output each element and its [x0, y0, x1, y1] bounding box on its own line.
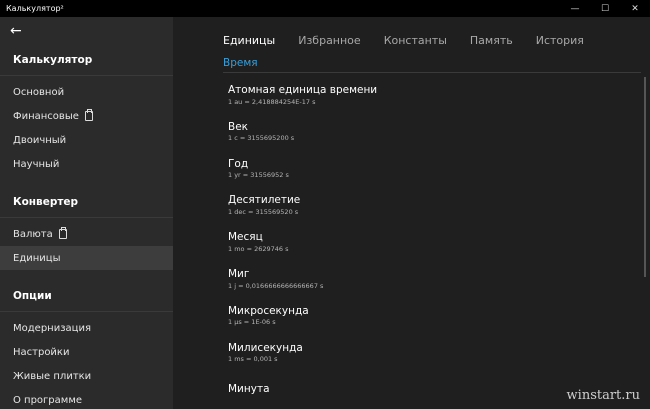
unit-name: Микросекунда — [228, 304, 309, 317]
sidebar-item-label: Двоичный — [13, 134, 67, 146]
unit-name: Год — [228, 157, 249, 170]
unit-row[interactable]: Десятилетие 1 dec = 315569520 s — [228, 187, 650, 224]
unit-value: 1 j = 0,0166666666666667 s — [228, 281, 324, 290]
unit-row[interactable]: Год 1 yr = 31556952 s — [228, 151, 650, 188]
sidebar-item[interactable]: О программе — [0, 388, 173, 409]
tab-bar: Единицы Избранное Константы Память История — [173, 17, 650, 53]
sidebar: ← Калькулятор Основной Финансовые Двоичный Н… — [0, 17, 173, 409]
minimize-button[interactable]: — — [560, 0, 590, 17]
sidebar-item[interactable]: Основной — [0, 80, 173, 104]
close-button[interactable]: ✕ — [620, 0, 650, 17]
back-arrow-icon[interactable]: ← — [10, 24, 22, 38]
unit-row[interactable]: Век 1 c = 3155695200 s — [228, 114, 650, 151]
unit-row[interactable]: Атомная единица времени 1 au = 2,41888425… — [228, 77, 650, 114]
sidebar-item-label: Основной — [13, 86, 65, 98]
unit-value: 1 dec = 315569520 s — [228, 208, 299, 217]
sidebar-item[interactable]: Единицы — [0, 246, 173, 270]
clipboard-icon — [84, 109, 93, 121]
sidebar-item-label: Живые плитки — [13, 370, 92, 382]
unit-row[interactable]: Милисекунда 1 ms = 0,001 s — [228, 335, 650, 372]
unit-list: Атомная единица времени 1 au = 2,41888425… — [173, 73, 650, 408]
sidebar-item-label: О программе — [13, 394, 83, 406]
sidebar-item[interactable]: Валюта — [0, 222, 173, 246]
main-panel: Единицы Избранное Константы Память История В… — [173, 17, 650, 409]
window-controls: — ☐ ✕ — [560, 0, 650, 17]
title-bar: Калькулятор² — ☐ ✕ — [0, 0, 650, 17]
unit-value: 1 c = 3155695200 s — [228, 134, 295, 143]
unit-name: Десятилетие — [228, 194, 301, 207]
section-header-time: Время — [223, 53, 641, 73]
sidebar-nav: Калькулятор Основной Финансовые Двоичный Нау… — [0, 44, 173, 409]
unit-name: Месяц — [228, 231, 263, 244]
sidebar-item-label: Научный — [13, 158, 60, 170]
unit-value: 1 yr = 31556952 s — [228, 171, 289, 180]
sidebar-item[interactable]: Двоичный — [0, 128, 173, 152]
tab[interactable]: Избранное — [298, 34, 360, 47]
nav-group-title: Калькулятор — [0, 44, 173, 76]
tab[interactable]: История — [536, 34, 584, 47]
unit-row[interactable]: Месяц 1 mo = 2629746 s — [228, 224, 650, 261]
sidebar-item[interactable]: Финансовые — [0, 104, 173, 128]
nav-group-title: Опции — [0, 280, 173, 312]
unit-row[interactable]: Миг 1 j = 0,0166666666666667 s — [228, 261, 650, 298]
sidebar-item-label: Валюта — [13, 228, 53, 240]
sidebar-item[interactable]: Модернизация — [0, 316, 173, 340]
tab[interactable]: Константы — [384, 34, 447, 47]
sidebar-item[interactable]: Научный — [0, 152, 173, 176]
sidebar-item[interactable]: Настройки — [0, 340, 173, 364]
unit-value: 1 au = 2,418884254E-17 s — [228, 97, 316, 106]
unit-value: 1 µs = 1E-06 s — [228, 318, 276, 327]
unit-value: 1 mo = 2629746 s — [228, 244, 289, 253]
unit-name: Атомная единица времени — [228, 84, 378, 97]
sidebar-item-label: Единицы — [13, 252, 61, 264]
unit-name: Миг — [228, 268, 250, 281]
tab[interactable]: Единицы — [223, 34, 275, 47]
unit-value: 1 ms = 0,001 s — [228, 355, 278, 364]
scrollbar[interactable] — [644, 77, 646, 277]
clipboard-icon — [58, 227, 67, 239]
nav-group-title: Конвертер — [0, 186, 173, 218]
sidebar-item-label: Настройки — [13, 346, 70, 358]
unit-name: Милисекунда — [228, 341, 303, 354]
sidebar-item[interactable]: Живые плитки — [0, 364, 173, 388]
unit-row[interactable]: Микросекунда 1 µs = 1E-06 s — [228, 298, 650, 335]
window-title: Калькулятор² — [6, 4, 64, 13]
sidebar-item-label: Финансовые — [13, 110, 79, 122]
watermark: winstart.ru — [566, 388, 640, 403]
tab[interactable]: Память — [470, 34, 513, 47]
sidebar-item-label: Модернизация — [13, 322, 91, 334]
unit-name: Век — [228, 120, 249, 133]
maximize-button[interactable]: ☐ — [590, 0, 620, 17]
back-row: ← — [0, 17, 173, 44]
